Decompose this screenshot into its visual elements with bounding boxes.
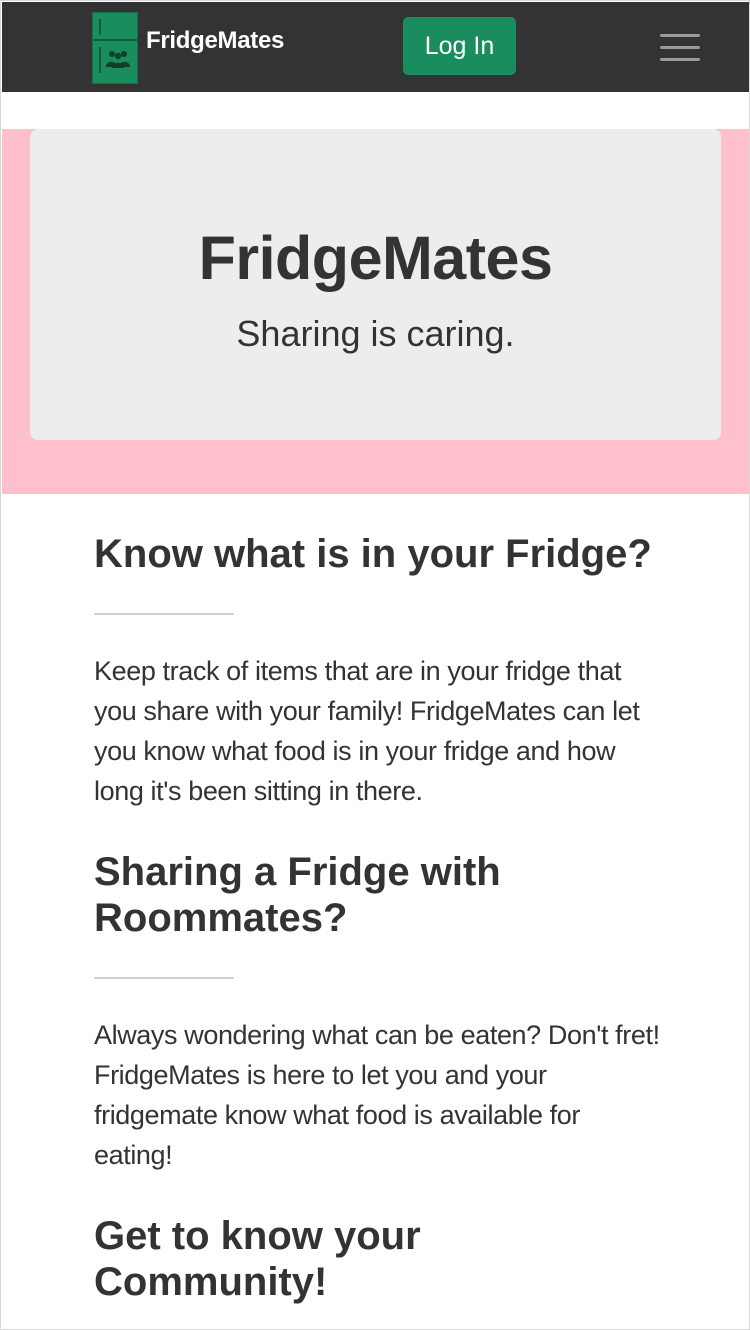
main-content: Know what is in your Fridge? Keep track … <box>94 531 664 1305</box>
jumbotron: FridgeMates Sharing is caring. <box>30 129 721 440</box>
section-body: Always wondering what can be eaten? Don'… <box>94 1020 660 1170</box>
hero-banner: FridgeMates Sharing is caring. <box>2 129 749 494</box>
divider <box>94 977 234 979</box>
fridge-people-icon <box>92 12 138 84</box>
hero-title: FridgeMates <box>198 224 553 292</box>
hamburger-icon[interactable] <box>658 32 702 64</box>
section-fridge-contents: Know what is in your Fridge? Keep track … <box>94 531 664 811</box>
section-heading: Get to know your Community! <box>94 1214 421 1304</box>
section-roommates: Sharing a Fridge with Roommates? Always … <box>94 849 664 1175</box>
brand-link[interactable]: FridgeMates <box>92 12 284 84</box>
section-body: Keep track of items that are in your fri… <box>94 656 640 806</box>
divider <box>94 613 234 615</box>
hero-subtitle: Sharing is caring. <box>236 313 515 354</box>
section-heading: Sharing a Fridge with Roommates? <box>94 850 501 940</box>
navbar: FridgeMates Log In <box>2 2 749 92</box>
page: FridgeMates Log In FridgeMates Sharing i… <box>0 0 750 1330</box>
section-community: Get to know your Community! <box>94 1213 664 1305</box>
brand-name: FridgeMates <box>146 27 285 54</box>
section-heading: Know what is in your Fridge? <box>94 532 652 576</box>
login-button[interactable]: Log In <box>403 17 516 75</box>
